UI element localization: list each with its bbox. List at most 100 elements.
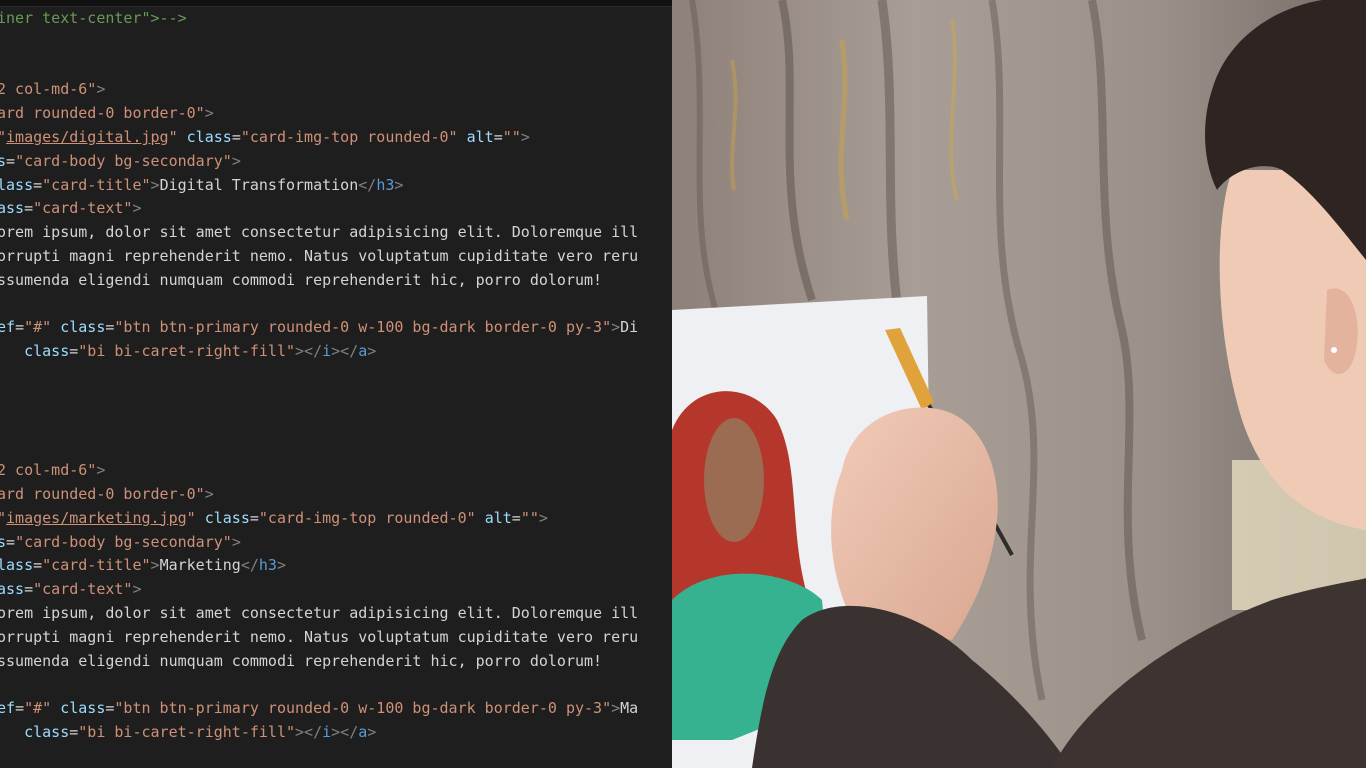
code-token: class (60, 318, 106, 337)
code-token: = (33, 556, 43, 575)
code-token: "card-text" (33, 580, 133, 599)
code-token: > (132, 199, 142, 218)
code-token: = (24, 580, 34, 599)
code-token: 2 col-md-6" (0, 80, 97, 99)
code-token: > (538, 508, 548, 527)
code-token: alt (484, 508, 512, 527)
code-token: </ (358, 175, 377, 194)
code-token: > (367, 722, 377, 741)
code-line[interactable]: iner text-center">--> (0, 7, 638, 31)
code-line[interactable]: orem ipsum, dolor sit amet consectetur a… (0, 221, 638, 245)
code-token: class (204, 508, 250, 527)
code-line[interactable]: lass="card-title">Digital Transformation… (0, 174, 638, 198)
code-token: lass (0, 556, 34, 575)
code-line[interactable]: s="card-body bg-secondary"> (0, 150, 638, 174)
code-token: alt (466, 127, 494, 146)
code-token: "btn btn-primary rounded-0 w-100 bg-dark… (114, 699, 612, 718)
code-token: Di (620, 318, 639, 337)
code-token: > (276, 556, 286, 575)
code-token: lass (0, 175, 34, 194)
code-token: > (231, 151, 241, 170)
code-line[interactable]: 2 col-md-6"> (0, 459, 638, 483)
code-token: h3 (376, 175, 395, 194)
painted-face (704, 418, 764, 542)
code-token: = (231, 127, 241, 146)
code-token: = (6, 532, 16, 551)
code-token: > (204, 484, 214, 503)
code-editor-pane[interactable]: iner text-center">--> 2 col-md-6"> ard ro… (0, 0, 672, 768)
code-token: orem ipsum, dolor sit amet consectetur a… (0, 603, 639, 622)
code-line[interactable]: ef="#" class="btn btn-primary rounded-0 … (0, 697, 638, 721)
code-token: > (367, 342, 377, 361)
code-line[interactable]: "images/marketing.jpg" class="card-img-t… (0, 507, 638, 531)
code-token: "card-title" (42, 556, 151, 575)
code-line[interactable] (0, 673, 638, 697)
code-token: = (69, 722, 79, 741)
code-line[interactable] (0, 293, 638, 317)
code-line[interactable]: orrupti magni reprehenderit nemo. Natus … (0, 245, 638, 269)
code-token: "bi bi-caret-right-fill" (78, 342, 296, 361)
code-line[interactable] (0, 31, 638, 55)
code-line[interactable] (0, 55, 638, 79)
code-line[interactable] (0, 388, 638, 412)
code-line[interactable] (0, 412, 638, 436)
photo-illustration (672, 0, 1366, 768)
code-token: > (231, 532, 241, 551)
code-line[interactable] (0, 435, 638, 459)
code-token: images/marketing.jpg (6, 508, 187, 527)
code-token: ssumenda eligendi numquam commodi repreh… (0, 651, 603, 670)
code-token: = (15, 318, 25, 337)
code-line[interactable]: ard rounded-0 border-0"> (0, 102, 638, 126)
code-line[interactable]: class="bi bi-caret-right-fill"></i></a> (0, 721, 638, 745)
code-token: orrupti magni reprehenderit nemo. Natus … (0, 246, 639, 265)
code-token: > (204, 104, 214, 123)
code-token: "" (520, 508, 539, 527)
code-line[interactable]: class="bi bi-caret-right-fill"></i></a> (0, 340, 638, 364)
code-lines[interactable]: iner text-center">--> 2 col-md-6"> ard ro… (0, 7, 638, 745)
code-line[interactable]: orrupti magni reprehenderit nemo. Natus … (0, 626, 638, 650)
code-token: "card-img-top rounded-0" (240, 127, 458, 146)
code-token: > (96, 461, 106, 480)
code-token: ass (0, 199, 25, 218)
code-token: = (24, 199, 34, 218)
code-token: ard rounded-0 border-0" (0, 484, 205, 503)
code-token: "bi bi-caret-right-fill" (78, 722, 296, 741)
code-token: = (15, 699, 25, 718)
code-token: class (24, 722, 70, 741)
code-token: = (69, 342, 79, 361)
code-line[interactable]: lass="card-title">Marketing</h3> (0, 554, 638, 578)
code-line[interactable]: 2 col-md-6"> (0, 78, 638, 102)
code-token: "#" (24, 318, 52, 337)
code-line[interactable]: ssumenda eligendi numquam commodi repreh… (0, 650, 638, 674)
code-token: iner text-center">--> (0, 9, 187, 27)
code-token: orrupti magni reprehenderit nemo. Natus … (0, 627, 639, 646)
code-token: "card-body bg-secondary" (15, 532, 232, 551)
code-token: "#" (24, 699, 52, 718)
code-line[interactable] (0, 364, 638, 388)
code-line[interactable]: orem ipsum, dolor sit amet consectetur a… (0, 602, 638, 626)
code-line[interactable]: ard rounded-0 border-0"> (0, 483, 638, 507)
code-token: images/digital.jpg (6, 127, 169, 146)
code-token: = (33, 175, 43, 194)
code-line[interactable]: ass="card-text"> (0, 197, 638, 221)
painting-photo (672, 0, 1366, 768)
code-line[interactable]: "images/digital.jpg" class="card-img-top… (0, 126, 638, 150)
code-line[interactable]: ass="card-text"> (0, 578, 638, 602)
code-token: "card-body bg-secondary" (15, 151, 232, 170)
code-token: > (520, 127, 530, 146)
code-token: Ma (620, 699, 639, 718)
code-line[interactable]: ssumenda eligendi numquam commodi repreh… (0, 269, 638, 293)
code-line[interactable]: ef="#" class="btn btn-primary rounded-0 … (0, 316, 638, 340)
code-token: > (96, 80, 106, 99)
code-token: Digital Transformation (159, 175, 359, 194)
code-token: > (150, 556, 160, 575)
code-token: ></ (295, 342, 323, 361)
code-line[interactable]: s="card-body bg-secondary"> (0, 531, 638, 555)
code-token: "card-img-top rounded-0" (258, 508, 476, 527)
code-token: ssumenda eligendi numquam commodi repreh… (0, 270, 603, 289)
code-token: "" (502, 127, 521, 146)
code-token: ef (0, 699, 16, 718)
